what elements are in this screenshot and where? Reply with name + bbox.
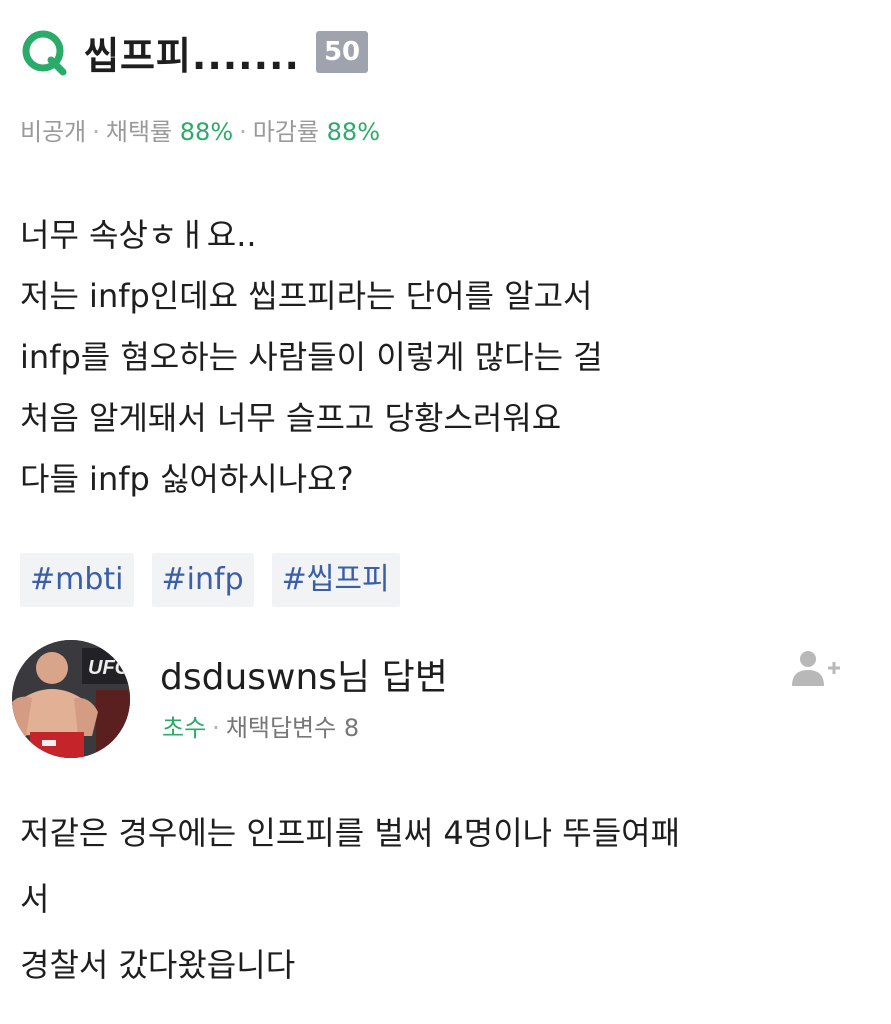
question-line: 다들 infp 싫어하시나요? — [20, 460, 354, 498]
answer-author-row: UFC dsduswns님 답변 초수 · 채택답변수 8 — [12, 640, 872, 760]
closing-rate-value: 88% — [326, 118, 380, 146]
closing-rate-label: 마감률 — [252, 118, 320, 146]
visibility-label: 비공개 — [20, 118, 87, 146]
author-level: 초수 — [162, 714, 207, 742]
answer-line: 저같은 경우에는 인프피를 벌써 4명이나 뚜들여패 — [20, 814, 681, 852]
meta-separator: · — [92, 118, 100, 146]
adoption-rate-value: 88% — [179, 118, 234, 146]
q-logo-icon — [22, 30, 67, 76]
add-friend-icon[interactable] — [790, 648, 842, 688]
question-line: infp를 혐오하는 사람들이 이렇게 많다는 걸 — [20, 338, 603, 376]
tag-infp[interactable]: #infp — [151, 553, 254, 607]
answer-line: 경찰서 갔다왔읍니다 — [20, 946, 296, 984]
meta-separator: · — [239, 118, 247, 146]
adopted-answers-count: 8 — [343, 714, 360, 742]
question-body: 너무 속상ㅎㅐ요.. 저는 infp인데요 씹프피라는 단어를 알고서 infp… — [20, 205, 870, 510]
tag-ssipfp[interactable]: #씹프피 — [271, 553, 400, 607]
adopted-answers-label: 채택답변수 — [225, 714, 337, 742]
svg-text:UFC: UFC — [88, 657, 130, 679]
question-line: 처음 알게돼서 너무 슬프고 당황스러워요 — [20, 399, 562, 437]
points-badge: 50 — [315, 31, 369, 73]
answer-line: 서 — [20, 880, 50, 918]
meta-separator: · — [212, 714, 220, 742]
question-title: 씹프피....... — [84, 33, 300, 78]
avatar-image: UFC — [12, 640, 130, 758]
tag-mbti[interactable]: #mbti — [20, 553, 134, 607]
question-line: 너무 속상ㅎㅐ요.. — [20, 216, 257, 254]
tag-list: #mbti #infp #씹프피 — [20, 553, 400, 607]
question-meta: 비공개 · 채택률 88% · 마감률 88% — [20, 112, 380, 147]
adoption-rate-label: 채택률 — [105, 118, 173, 146]
question-line: 저는 infp인데요 씹프피라는 단어를 알고서 — [20, 277, 593, 315]
answer-author-meta: 초수 · 채택답변수 8 — [162, 708, 359, 743]
answer-author-name[interactable]: dsduswns님 답변 — [160, 648, 448, 700]
answer-body: 저같은 경우에는 인프피를 벌써 4명이나 뚜들여패 서 경찰서 갔다왔읍니다 — [20, 800, 870, 998]
avatar[interactable]: UFC — [12, 640, 130, 758]
question-header: 씹프피....... 50 — [18, 22, 369, 82]
